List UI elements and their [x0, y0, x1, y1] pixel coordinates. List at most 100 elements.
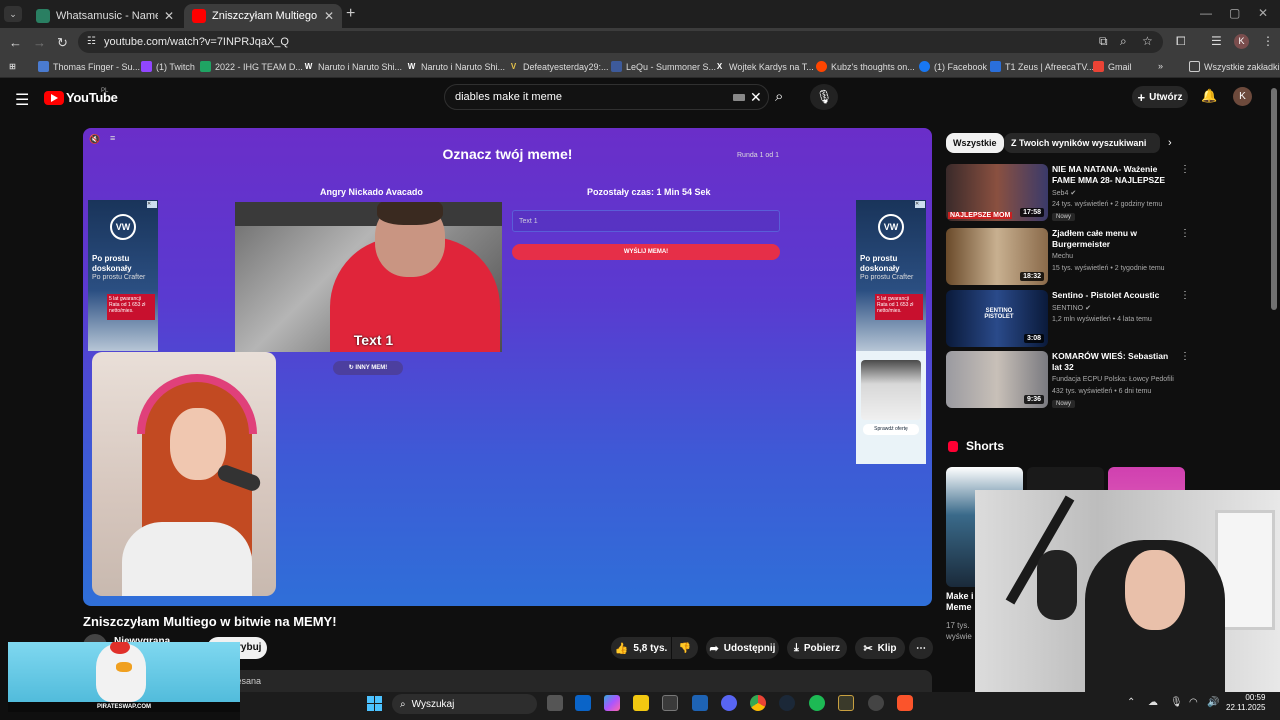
app-icon[interactable] — [868, 695, 884, 711]
notifications-bell-icon[interactable]: 🔔 — [1201, 88, 1217, 104]
app-icon[interactable] — [692, 695, 708, 711]
voice-search-mic-icon[interactable]: 🎙 — [810, 84, 838, 110]
bookmark-item[interactable]: Kubz's thoughts on... — [816, 61, 915, 72]
bookmark-star-icon[interactable]: ☆ — [1142, 34, 1153, 48]
recommendation-item[interactable]: 9:36 KOMARÓW WIEŚ: Sebastian lat 32 Fund… — [946, 351, 1190, 409]
reload-icon[interactable]: ↻ — [57, 35, 68, 51]
tray-app-icon[interactable]: ☁ — [1148, 697, 1158, 708]
chrome-icon[interactable] — [750, 695, 766, 711]
streamer-shirt — [122, 522, 252, 596]
share-button[interactable]: ➦ Udostępnij — [706, 637, 779, 659]
copilot-icon[interactable] — [604, 695, 620, 711]
tab-search-button[interactable]: ⌄ — [4, 6, 22, 22]
like-button[interactable]: 👍 5,8 tys. — [611, 637, 671, 659]
youtube-logo-text[interactable]: YouTube — [66, 90, 118, 105]
more-options-icon[interactable]: ⋮ — [1180, 351, 1190, 362]
clip-button[interactable]: ✂ Klip — [855, 637, 905, 659]
close-tab-icon[interactable]: ✕ — [164, 9, 174, 23]
apps-grid-icon[interactable]: ⊞ — [7, 61, 22, 72]
spotify-icon[interactable] — [809, 695, 825, 711]
download-button[interactable]: ⤓ Pobierz — [787, 637, 847, 659]
bookmark-item[interactable]: V Defeatyesterday29:... — [508, 61, 609, 72]
headphones-icon — [137, 374, 257, 434]
youtube-logo-icon[interactable] — [44, 91, 64, 105]
address-url[interactable]: youtube.com/watch?v=7INPRJqaX_Q — [104, 36, 289, 48]
like-count: 5,8 tys. — [633, 642, 668, 654]
dislike-button[interactable]: 👎 — [672, 637, 698, 659]
outlook-icon[interactable] — [575, 695, 591, 711]
tab-whatsamusic[interactable]: Whatsamusic - Name That Tun ✕ — [28, 4, 182, 28]
close-window-icon[interactable]: ✕ — [1258, 6, 1268, 20]
cast-icon[interactable]: ⧉ — [1099, 34, 1108, 49]
browser-profile-avatar[interactable]: K — [1234, 34, 1249, 49]
tray-mic-icon[interactable]: 🎙 — [1170, 697, 1183, 708]
keyboard-icon[interactable] — [733, 94, 745, 101]
brave-icon[interactable] — [897, 695, 913, 711]
meme-name: Angry Nickado Avacado — [320, 187, 423, 197]
recommendation-item[interactable]: SENTINO PISTOLET 3:08 Sentino - Pistolet… — [946, 290, 1190, 348]
maximize-icon[interactable]: ▢ — [1229, 6, 1240, 20]
clear-search-icon[interactable]: ✕ — [750, 89, 762, 106]
more-bookmarks-chevron-icon[interactable]: » — [1158, 61, 1163, 71]
bookmark-item[interactable]: (1) Facebook — [919, 61, 987, 72]
search-input[interactable]: diables make it meme — [455, 91, 562, 103]
bookmark-item[interactable]: (1) Twitch — [141, 61, 195, 72]
bookmark-item[interactable]: 2022 - IHG TEAM D... — [200, 61, 303, 72]
task-view-icon[interactable] — [547, 695, 563, 711]
chevron-right-icon[interactable]: › — [1168, 137, 1172, 149]
close-tab-icon[interactable]: ✕ — [324, 9, 334, 23]
all-bookmarks-button[interactable]: Wszystkie zakładki — [1189, 61, 1280, 72]
new-tab-icon[interactable]: + — [346, 5, 355, 23]
chip-all[interactable]: Wszystkie — [946, 133, 1004, 153]
more-options-icon[interactable]: ⋮ — [1180, 164, 1190, 175]
search-icon[interactable]: ⌕ — [775, 88, 783, 105]
bookmark-item[interactable]: W Naruto i Naruto Shi... — [406, 61, 505, 72]
file-explorer-icon[interactable] — [633, 695, 649, 711]
chip-from-search[interactable]: Z Twoich wyników wyszukiwania — [1004, 133, 1159, 153]
bookmark-label: T1 Zeus | AfreecaTV... — [1005, 61, 1095, 72]
obs-icon[interactable] — [838, 695, 854, 711]
back-arrow-icon[interactable]: ← — [9, 35, 22, 50]
bookmark-favicon-icon — [611, 61, 622, 72]
volume-icon[interactable]: 🔊 — [1207, 697, 1219, 708]
zoom-icon[interactable]: ⌕ — [1120, 34, 1127, 49]
more-options-icon[interactable]: ⋮ — [1180, 290, 1190, 301]
bookmark-item[interactable]: LeQu - Summoner S... — [611, 61, 716, 72]
steam-icon[interactable] — [779, 695, 795, 711]
guide-menu-icon[interactable]: ☰ — [15, 90, 29, 110]
windows-start-icon[interactable] — [367, 696, 383, 712]
extensions-icon[interactable]: ⧠ — [1176, 34, 1186, 49]
youtube-country-code: PL — [101, 88, 109, 94]
start-tile — [375, 696, 382, 703]
account-avatar[interactable]: K — [1233, 87, 1252, 106]
forward-arrow-icon[interactable]: → — [33, 35, 46, 50]
recommendation-item[interactable]: NAJLEPSZE MOM 17:58 NIE MA NATANA- Ważen… — [946, 164, 1190, 222]
minimize-icon[interactable]: — — [1200, 6, 1212, 20]
page-scrollbar[interactable] — [1271, 88, 1277, 310]
bookmark-item[interactable]: T1 Zeus | AfreecaTV... — [990, 61, 1094, 72]
channel-name: Seb4 ✔ — [1052, 189, 1076, 197]
bookmark-item[interactable]: Thomas Finger - Su... — [38, 61, 140, 72]
bookmark-item[interactable]: W Naruto i Naruto Shi... — [303, 61, 402, 72]
recommendation-item[interactable]: 18:32 Zjadłem całe menu w Burgermeister … — [946, 228, 1190, 286]
bookmark-item[interactable]: Gmail — [1093, 61, 1132, 72]
taskbar-search[interactable]: ⌕ Wyszukaj — [392, 694, 537, 714]
create-button[interactable]: + Utwórz — [1132, 86, 1188, 108]
reading-list-icon[interactable]: ☰ — [1211, 34, 1222, 48]
clock-time: 00:59 — [1245, 693, 1266, 702]
other-meme-label: INNY MEM! — [355, 365, 388, 371]
bookmark-item[interactable]: X Wojtek Kardys na T... — [714, 61, 814, 72]
site-info-icon[interactable]: ☷ — [87, 36, 96, 47]
browser-menu-icon[interactable]: ⋮ — [1262, 34, 1274, 48]
more-options-icon[interactable]: ⋮ — [1180, 228, 1190, 239]
reddit-icon — [816, 61, 827, 72]
taskbar-clock[interactable]: 00:59 22.11.2025 — [1226, 693, 1265, 713]
tray-overflow-icon[interactable]: ⌃ — [1127, 697, 1135, 708]
more-actions-button[interactable]: ⋯ — [909, 637, 933, 659]
video-player[interactable]: 🔇 ≡ Oznacz twój meme! Runda 1 od 1 Angry… — [83, 128, 932, 606]
wifi-icon[interactable]: ◠ — [1189, 697, 1198, 708]
discord-icon[interactable] — [721, 695, 737, 711]
store-icon[interactable] — [662, 695, 678, 711]
chip-overflow[interactable] — [1146, 133, 1160, 153]
tab-youtube-video[interactable]: Zniszczyłam Multiego w bitwie ✕ — [184, 4, 342, 28]
